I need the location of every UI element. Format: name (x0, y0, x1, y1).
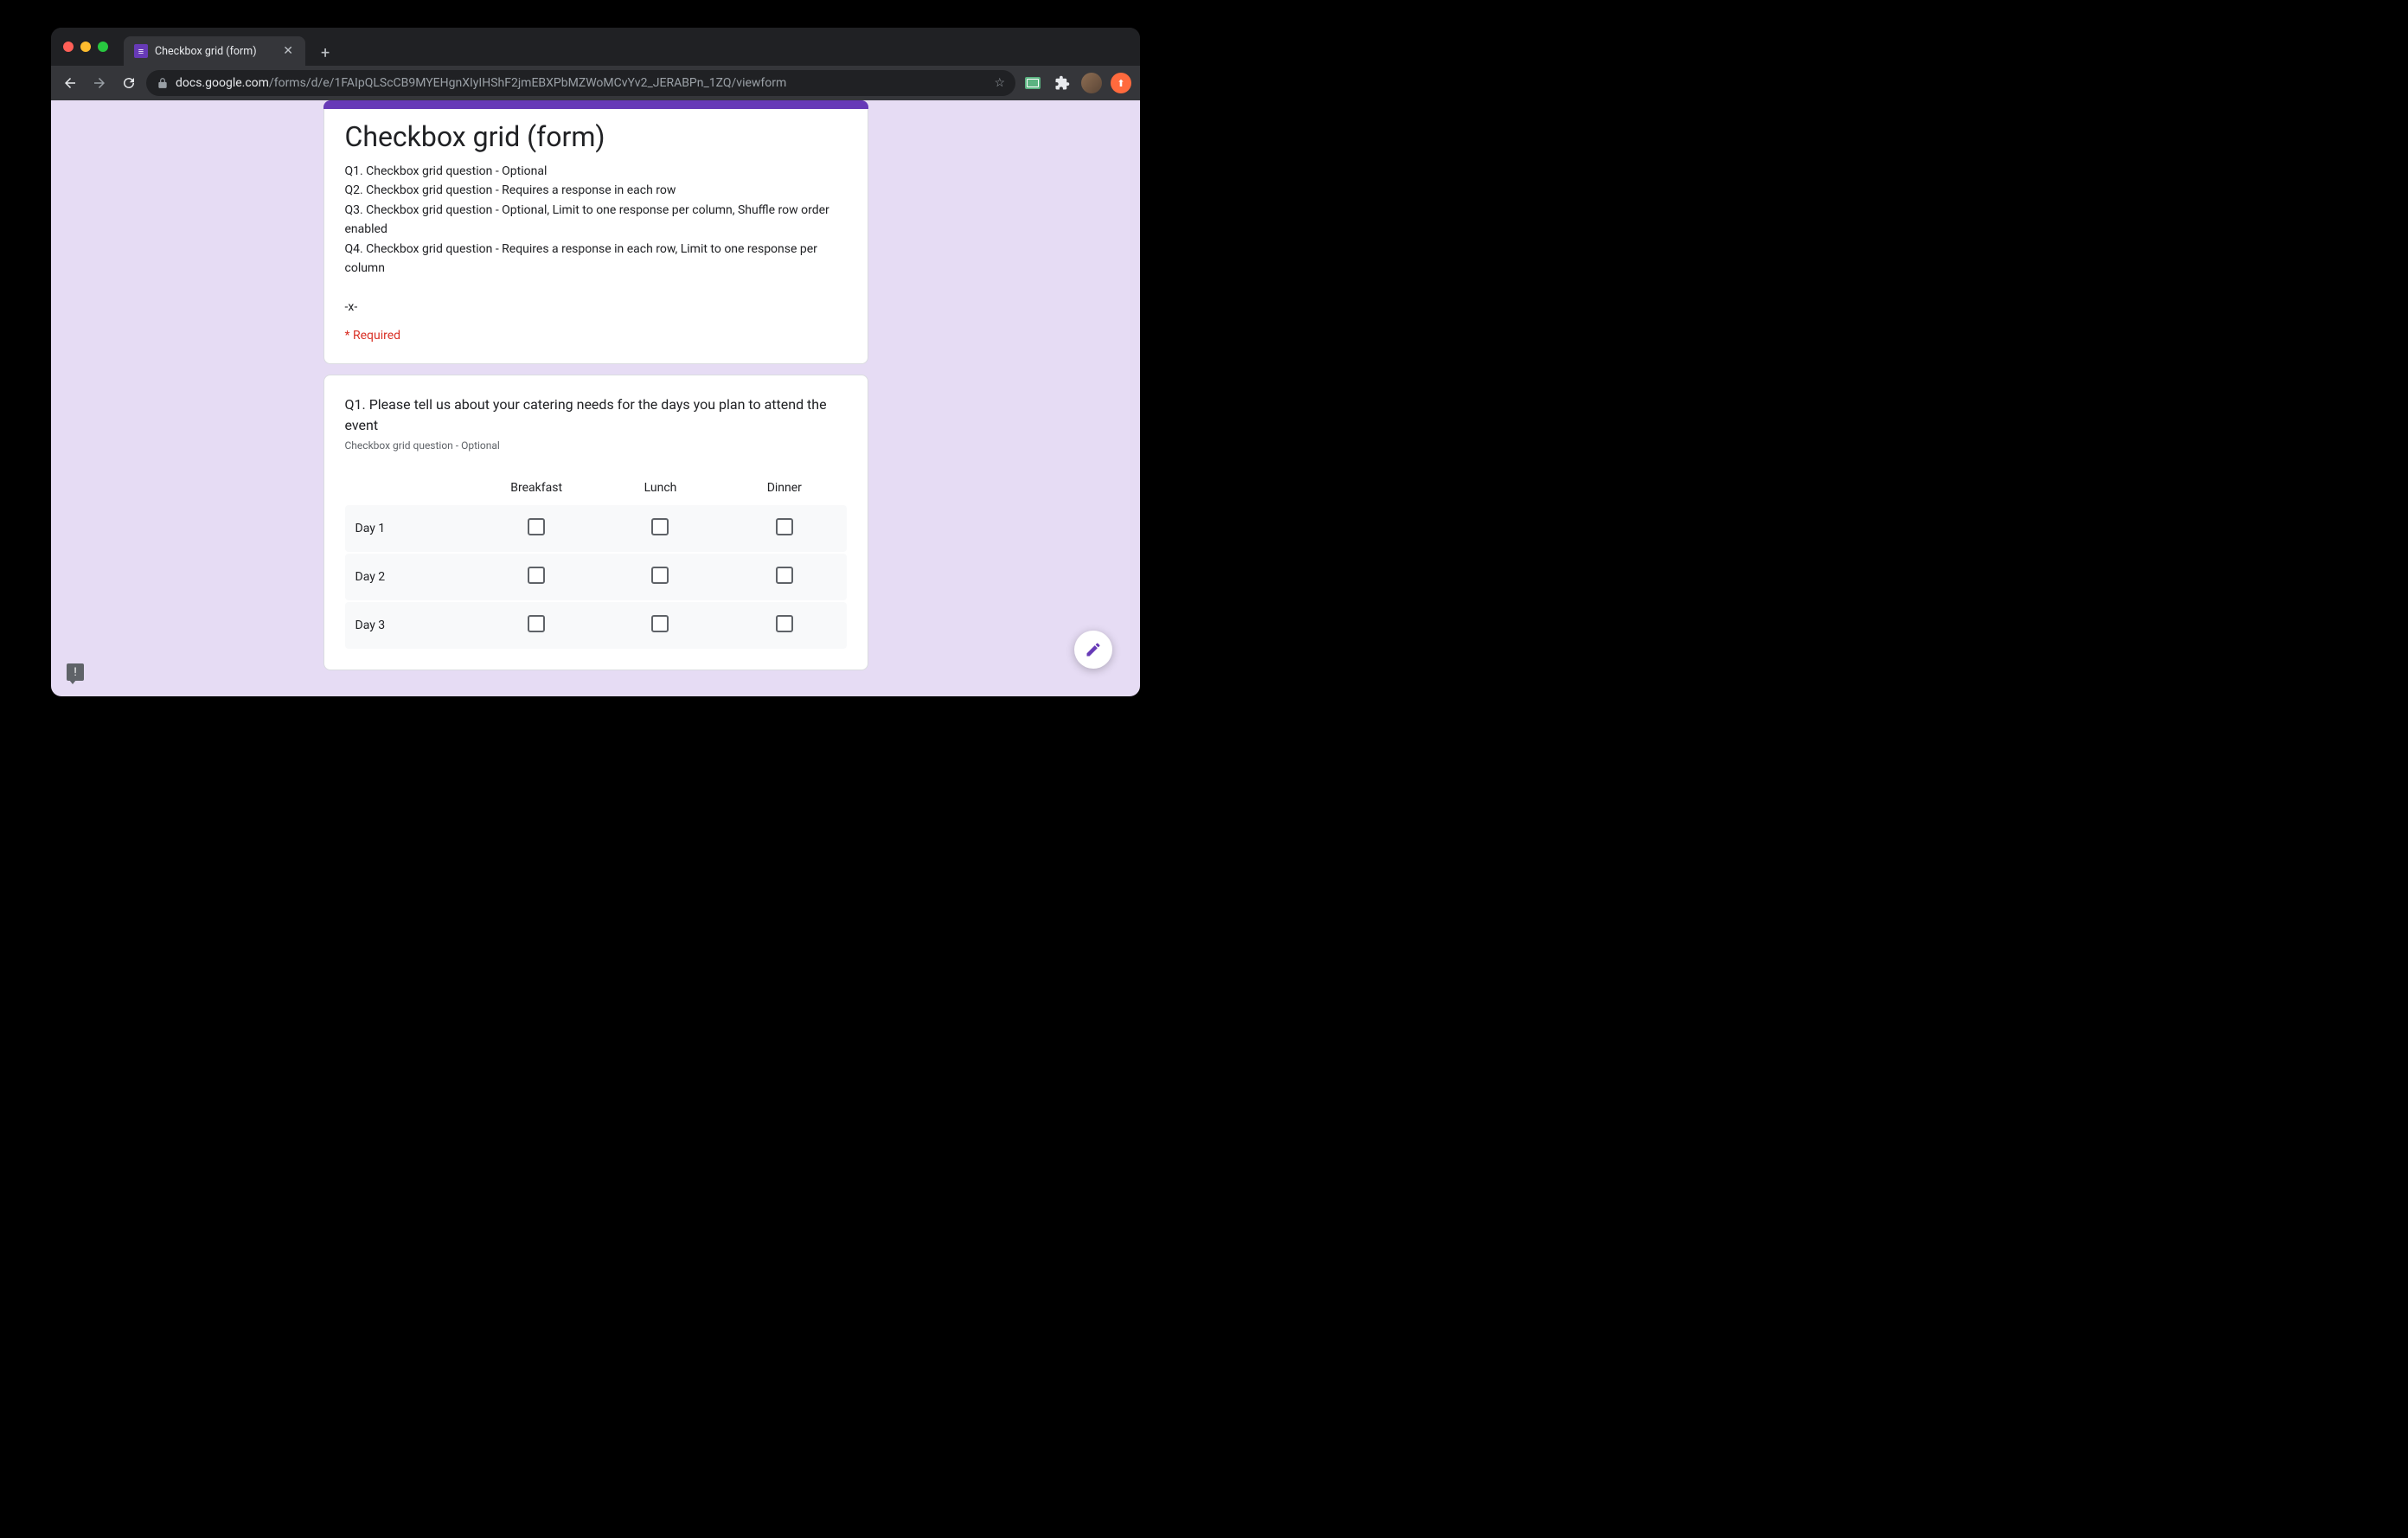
question-title: Q1. Please tell us about your catering n… (345, 394, 847, 436)
checkbox[interactable] (776, 518, 793, 535)
forward-button[interactable] (87, 71, 112, 95)
bookmark-star-icon[interactable]: ☆ (994, 76, 1005, 90)
row-label: Day 3 (345, 618, 475, 632)
question-subtitle: Checkbox grid question - Optional (345, 439, 847, 452)
question-card-q1: Q1. Please tell us about your catering n… (323, 375, 868, 670)
back-button[interactable] (58, 71, 82, 95)
maximize-window-button[interactable] (98, 42, 108, 52)
browser-window: ≡ Checkbox grid (form) ✕ + docs.google.c… (51, 28, 1140, 696)
checkbox[interactable] (651, 615, 669, 632)
checkbox[interactable] (528, 615, 545, 632)
grid-row: Day 1 (345, 505, 847, 552)
url-text: docs.google.com/forms/d/e/1FAIpQLScCB9MY… (176, 76, 786, 90)
form-header-card: Checkbox grid (form) Q1. Checkbox grid q… (323, 100, 868, 364)
checkbox[interactable] (651, 567, 669, 584)
minimize-window-button[interactable] (80, 42, 91, 52)
reload-icon (121, 75, 137, 91)
form-description: Q1. Checkbox grid question - Optional Q2… (345, 162, 847, 317)
pencil-icon (1085, 641, 1102, 658)
forms-favicon-icon: ≡ (134, 44, 148, 58)
grid-row: Day 2 (345, 554, 847, 600)
column-header: Dinner (722, 481, 846, 495)
browser-toolbar: docs.google.com/forms/d/e/1FAIpQLScCB9MY… (51, 66, 1140, 100)
form-title: Checkbox grid (form) (345, 120, 847, 153)
tab-strip: ≡ Checkbox grid (form) ✕ + (124, 28, 336, 66)
checkbox[interactable] (528, 567, 545, 584)
tab-title: Checkbox grid (form) (155, 45, 274, 58)
report-problem-icon[interactable]: ! (67, 663, 84, 681)
extensions-menu-icon[interactable] (1050, 71, 1074, 95)
row-label: Day 1 (345, 522, 475, 535)
checkbox[interactable] (528, 518, 545, 535)
window-controls (63, 42, 108, 52)
row-label: Day 2 (345, 570, 475, 584)
active-tab[interactable]: ≡ Checkbox grid (form) ✕ (124, 36, 305, 66)
arrow-right-icon (92, 75, 107, 91)
close-tab-icon[interactable]: ✕ (281, 44, 295, 58)
reload-button[interactable] (117, 71, 141, 95)
column-header: Lunch (599, 481, 722, 495)
page-viewport[interactable]: Checkbox grid (form) Q1. Checkbox grid q… (51, 100, 1140, 696)
checkbox[interactable] (776, 567, 793, 584)
close-window-button[interactable] (63, 42, 74, 52)
form-container: Checkbox grid (form) Q1. Checkbox grid q… (323, 100, 868, 670)
arrow-left-icon (62, 75, 78, 91)
titlebar: ≡ Checkbox grid (form) ✕ + (51, 28, 1140, 66)
grid-row: Day 3 (345, 602, 847, 649)
checkbox[interactable] (776, 615, 793, 632)
form-accent-bar (323, 100, 868, 109)
required-legend: * Required (345, 329, 847, 343)
new-tab-button[interactable]: + (314, 41, 336, 66)
checkbox[interactable] (651, 518, 669, 535)
grid-header-row: Breakfast Lunch Dinner (345, 471, 847, 505)
extension-mail-icon[interactable] (1021, 71, 1045, 95)
lock-icon (157, 77, 169, 89)
checkbox-grid: Breakfast Lunch Dinner Day 1 (345, 471, 847, 649)
extension-badge-icon[interactable]: ⬆ (1109, 71, 1133, 95)
address-bar[interactable]: docs.google.com/forms/d/e/1FAIpQLScCB9MY… (146, 70, 1015, 96)
profile-avatar[interactable] (1079, 71, 1104, 95)
edit-form-fab[interactable] (1074, 631, 1112, 669)
column-header: Breakfast (475, 481, 599, 495)
